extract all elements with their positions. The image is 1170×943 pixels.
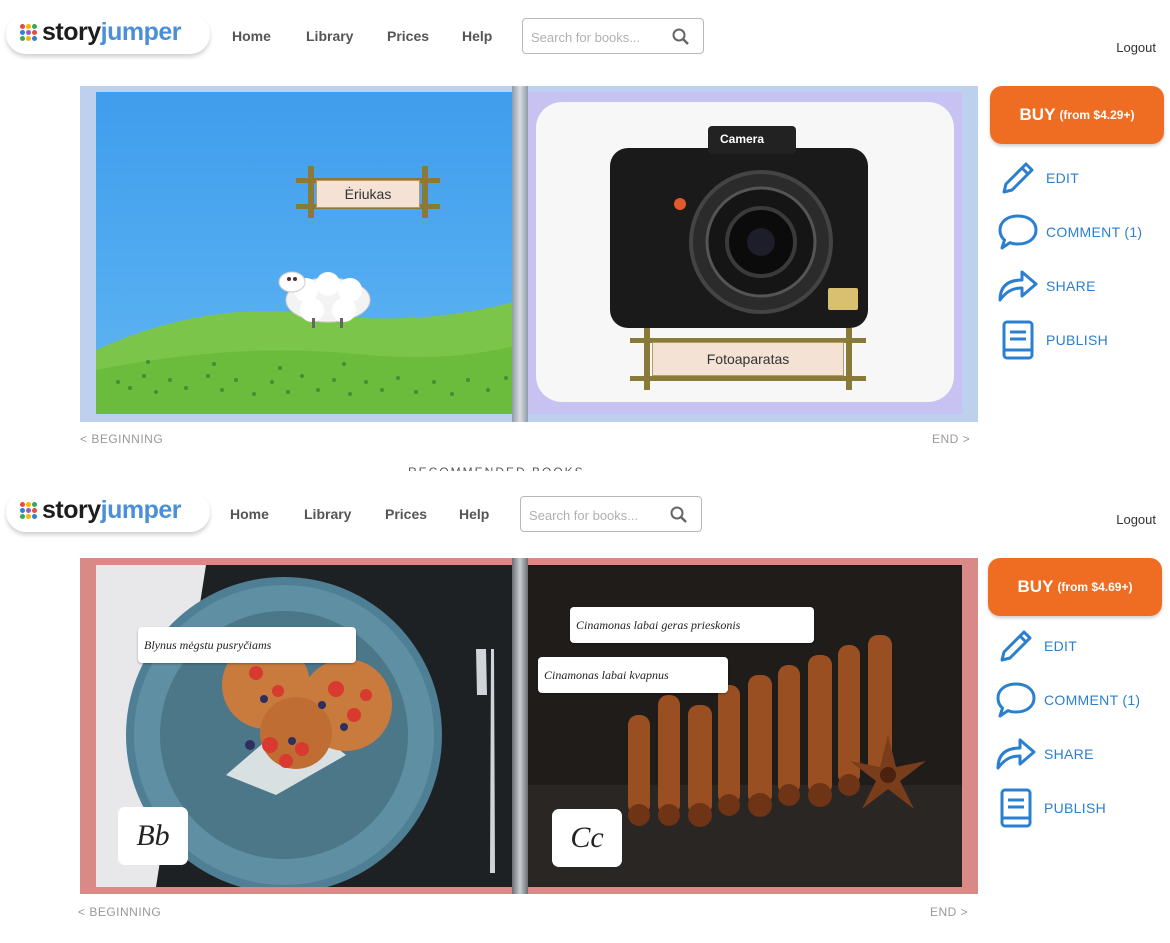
recommended-books-heading: RECOMMENDED BOOKS <box>408 465 628 471</box>
nav-home[interactable]: Home <box>230 506 269 522</box>
right-page[interactable]: Camera Fotoaparatas <box>528 92 962 414</box>
wooden-sign: Ėriukas <box>296 166 440 218</box>
edit-button[interactable]: EDIT <box>996 156 1166 200</box>
comment-button[interactable]: COMMENT (1) <box>994 678 1164 722</box>
nav-prices[interactable]: Prices <box>385 506 427 522</box>
right-page[interactable]: Cinamonas labai geras prieskonis Cinamon… <box>528 565 962 887</box>
left-page[interactable]: Blynus mėgstu pusryčiams Bb <box>96 565 528 887</box>
right-text-box-2[interactable]: Cinamonas labai kvapnus <box>538 657 728 693</box>
speech-bubble-icon <box>996 682 1036 718</box>
edit-button[interactable]: EDIT <box>994 624 1164 668</box>
nav-help[interactable]: Help <box>462 28 492 44</box>
search-icon[interactable] <box>669 505 689 525</box>
speech-bubble-icon <box>998 214 1038 250</box>
logout-link[interactable]: Logout <box>1116 512 1156 527</box>
nav-library[interactable]: Library <box>306 28 353 44</box>
storyjumper-logo[interactable]: storyjumper <box>6 10 210 60</box>
share-button[interactable]: SHARE <box>994 732 1164 776</box>
book-spine <box>512 86 528 422</box>
share-arrow-icon <box>998 270 1038 302</box>
beginning-link[interactable]: < BEGINNING <box>78 905 161 919</box>
nav-home[interactable]: Home <box>232 28 271 44</box>
logo-dots-icon <box>20 24 37 41</box>
share-button[interactable]: SHARE <box>996 264 1166 308</box>
storyjumper-logo[interactable]: storyjumper <box>6 488 210 538</box>
buy-button[interactable]: BUY (from $4.29+) <box>990 86 1164 144</box>
share-arrow-icon <box>996 738 1036 770</box>
right-letter-box[interactable]: Cc <box>552 809 622 867</box>
book-icon <box>1000 788 1032 828</box>
book-viewer: Blynus mėgstu pusryčiams Bb Cinamonas la… <box>80 558 978 894</box>
top-navigation-bar: storyjumper Home Library Prices Help Log… <box>0 0 1170 72</box>
buy-button[interactable]: BUY (from $4.69+) <box>988 558 1162 616</box>
search-box <box>522 18 704 54</box>
logout-link[interactable]: Logout <box>1116 40 1156 55</box>
top-navigation-bar: storyjumper Home Library Prices Help Log… <box>0 478 1170 550</box>
publish-button[interactable]: PUBLISH <box>996 318 1166 362</box>
end-link[interactable]: END > <box>932 432 970 446</box>
book-viewer: Ėriukas Camera Fotoaparatas <box>80 86 978 422</box>
meadow-illustration <box>96 92 528 414</box>
left-page-caption: Ėriukas <box>344 186 392 202</box>
search-box <box>520 496 702 532</box>
nav-help[interactable]: Help <box>459 506 489 522</box>
nav-library[interactable]: Library <box>304 506 351 522</box>
book-actions-sidebar: BUY (from $4.69+) EDIT COMMENT (1) SHARE <box>988 558 1162 858</box>
right-text-box-1[interactable]: Cinamonas labai geras prieskonis <box>570 607 814 643</box>
search-input[interactable] <box>529 506 659 524</box>
logo-dots-icon <box>20 502 37 519</box>
book-spine <box>512 558 528 894</box>
end-link[interactable]: END > <box>930 905 968 919</box>
camera-label: Camera <box>720 132 765 146</box>
pencil-icon <box>1002 162 1034 194</box>
comment-button[interactable]: COMMENT (1) <box>996 210 1166 254</box>
search-icon[interactable] <box>671 27 691 47</box>
book-actions-sidebar: BUY (from $4.29+) EDIT COMMENT (1) SHARE <box>990 86 1164 386</box>
screen-2: storyjumper Home Library Prices Help Log… <box>0 478 1170 943</box>
left-letter-box[interactable]: Bb <box>118 807 188 865</box>
right-page-caption: Fotoaparatas <box>706 351 790 367</box>
beginning-link[interactable]: < BEGINNING <box>80 432 163 446</box>
pencil-icon <box>1000 630 1032 662</box>
publish-button[interactable]: PUBLISH <box>994 786 1164 830</box>
left-page[interactable]: Ėriukas <box>96 92 528 414</box>
screen-1: storyjumper Home Library Prices Help Log… <box>0 0 1170 471</box>
search-input[interactable] <box>531 28 661 46</box>
wooden-sign: Fotoaparatas <box>630 328 866 390</box>
left-text-box[interactable]: Blynus mėgstu pusryčiams <box>138 627 356 663</box>
nav-prices[interactable]: Prices <box>387 28 429 44</box>
book-icon <box>1002 320 1034 360</box>
